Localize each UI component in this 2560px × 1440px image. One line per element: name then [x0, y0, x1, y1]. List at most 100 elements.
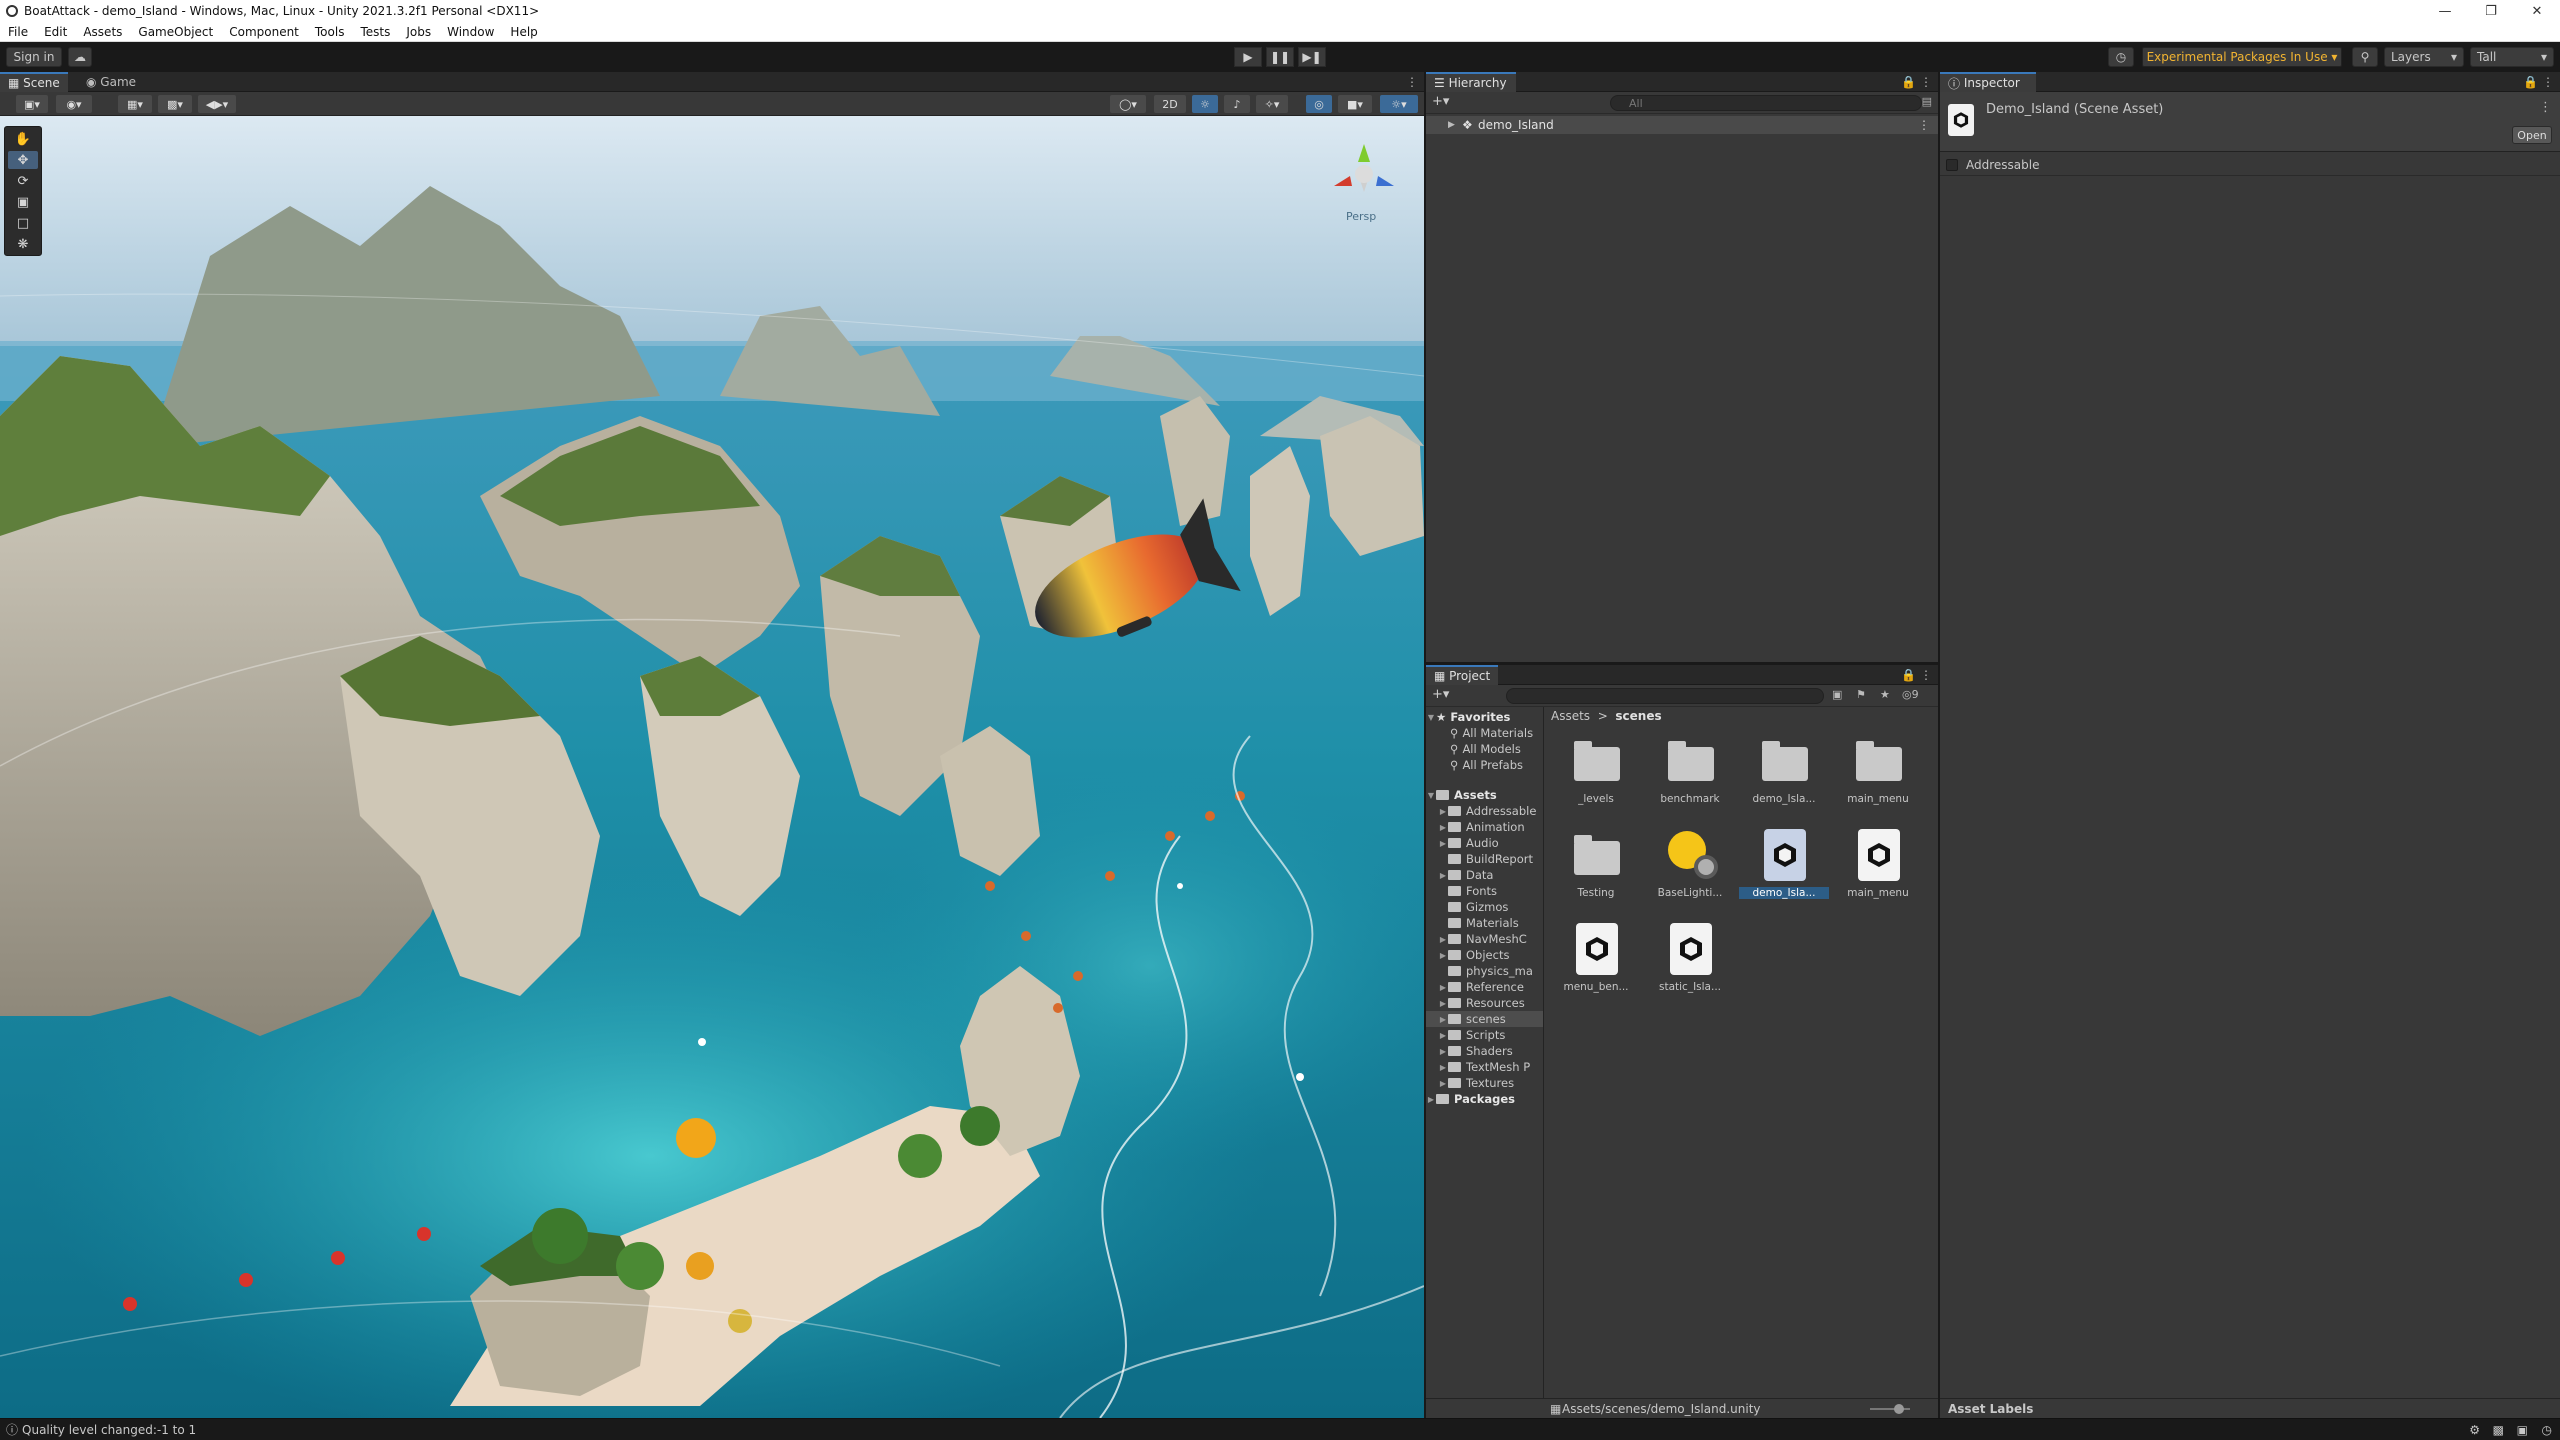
- folder-audio[interactable]: ▶ Audio: [1426, 835, 1543, 851]
- rect-tool-icon[interactable]: □: [8, 214, 38, 232]
- folder-scripts[interactable]: ▶ Scripts: [1426, 1027, 1543, 1043]
- scene-menu-icon[interactable]: ⋮: [1406, 75, 1418, 89]
- network-icon[interactable]: ▩: [2493, 1423, 2504, 1437]
- render-mode-button[interactable]: ◉▾: [56, 95, 92, 113]
- project-menu-icon[interactable]: ⋮: [1920, 668, 1932, 682]
- asset-item[interactable]: menu_ben...: [1551, 919, 1641, 1009]
- breadcrumb-assets[interactable]: Assets: [1551, 709, 1590, 723]
- assets-header[interactable]: ▼ Assets: [1426, 787, 1543, 803]
- inspector-header-menu-icon[interactable]: ⋮: [2539, 100, 2552, 115]
- menu-tests[interactable]: Tests: [352, 25, 398, 39]
- asset-item[interactable]: _levels: [1551, 731, 1641, 821]
- favorites-header[interactable]: ▼ ★ Favorites: [1426, 709, 1543, 725]
- folder-navmesh[interactable]: ▶ NavMeshC: [1426, 931, 1543, 947]
- menu-file[interactable]: File: [0, 25, 36, 39]
- asset-item[interactable]: Testing: [1551, 825, 1641, 915]
- move-tool-icon[interactable]: ✥: [8, 151, 38, 169]
- favorite-star-icon[interactable]: ★: [1880, 688, 1890, 701]
- asset-item[interactable]: main_menu: [1833, 731, 1923, 821]
- folder-shaders[interactable]: ▶ Shaders: [1426, 1043, 1543, 1059]
- add-object-button[interactable]: +▾: [1432, 94, 1449, 109]
- scene-visibility-icon[interactable]: ▤: [1922, 95, 1932, 108]
- rotate-tool-icon[interactable]: ⟳: [8, 172, 38, 190]
- gizmos-icon[interactable]: ☼▾: [1380, 95, 1418, 113]
- search-icon[interactable]: ⚲: [2352, 47, 2378, 67]
- asset-item[interactable]: benchmark: [1645, 731, 1735, 821]
- snap-increment-button[interactable]: ▩▾: [158, 95, 192, 113]
- restore-button[interactable]: ❐: [2468, 0, 2514, 22]
- expand-arrow-icon[interactable]: ▶: [1448, 120, 1455, 130]
- effects-icon[interactable]: ✧▾: [1256, 95, 1288, 113]
- row-menu-icon[interactable]: ⋮: [1918, 118, 1930, 132]
- packages-header[interactable]: ▶ Packages: [1426, 1091, 1543, 1107]
- layout-dropdown[interactable]: Tall ▾: [2470, 47, 2554, 67]
- icon-size-slider[interactable]: [1870, 1408, 1910, 1410]
- folder-textmesh[interactable]: ▶ TextMesh P: [1426, 1059, 1543, 1075]
- asset-item[interactable]: static_Isla...: [1645, 919, 1735, 1009]
- menu-edit[interactable]: Edit: [36, 25, 75, 39]
- folder-gizmos[interactable]: Gizmos: [1426, 899, 1543, 915]
- folder-fonts[interactable]: Fonts: [1426, 883, 1543, 899]
- folder-animation[interactable]: ▶ Animation: [1426, 819, 1543, 835]
- hand-tool-icon[interactable]: ✋: [8, 130, 38, 148]
- lock-icon[interactable]: 🔒: [1901, 75, 1916, 89]
- hierarchy-menu-icon[interactable]: ⋮: [1920, 75, 1932, 89]
- mode-2d-toggle[interactable]: 2D: [1154, 95, 1186, 113]
- folder-data[interactable]: ▶ Data: [1426, 867, 1543, 883]
- project-lock-icon[interactable]: 🔒: [1901, 668, 1916, 682]
- asset-item[interactable]: demo_Isla...: [1739, 731, 1829, 821]
- menu-window[interactable]: Window: [439, 25, 502, 39]
- folder-resources[interactable]: ▶ Resources: [1426, 995, 1543, 1011]
- experimental-packages-dropdown[interactable]: Experimental Packages In Use ▾: [2142, 47, 2342, 67]
- asset-labels-bar[interactable]: Asset Labels: [1940, 1398, 2560, 1418]
- menu-component[interactable]: Component: [221, 25, 307, 39]
- folder-materials[interactable]: Materials: [1426, 915, 1543, 931]
- search-by-type-icon[interactable]: ▣: [1832, 688, 1842, 701]
- scale-tool-icon[interactable]: ▣: [8, 193, 38, 211]
- folder-textures[interactable]: ▶ Textures: [1426, 1075, 1543, 1091]
- project-search-input[interactable]: [1506, 688, 1824, 704]
- pause-button[interactable]: ❚❚: [1266, 47, 1294, 67]
- draw-mode-button[interactable]: ▣▾: [16, 95, 48, 113]
- menu-tools[interactable]: Tools: [307, 25, 353, 39]
- visibility-icon[interactable]: ◎: [1306, 95, 1332, 113]
- step-button[interactable]: ▶❚: [1298, 47, 1326, 67]
- favorite-all-prefabs[interactable]: ⚲ All Prefabs: [1426, 757, 1543, 773]
- hierarchy-row-demo-island[interactable]: ▶ ❖ demo_Island ⋮: [1426, 116, 1938, 134]
- menu-gameobject[interactable]: GameObject: [130, 25, 221, 39]
- tab-hierarchy[interactable]: ☰ Hierarchy: [1426, 72, 1516, 92]
- addressable-checkbox[interactable]: [1946, 158, 1958, 171]
- open-button[interactable]: Open: [2512, 126, 2552, 144]
- menu-help[interactable]: Help: [502, 25, 545, 39]
- folder-reference[interactable]: ▶ Reference: [1426, 979, 1543, 995]
- folder-objects[interactable]: ▶ Objects: [1426, 947, 1543, 963]
- minimize-button[interactable]: —: [2422, 0, 2468, 22]
- menu-jobs[interactable]: Jobs: [398, 25, 439, 39]
- search-by-label-icon[interactable]: ⚑: [1856, 688, 1866, 701]
- camera-icon[interactable]: ■▾: [1338, 95, 1372, 113]
- view-options-button[interactable]: ◀▶▾: [198, 95, 236, 113]
- scene-viewport[interactable]: ✋ ✥ ⟳ ▣ □ ❋ Persp: [0, 116, 1424, 1418]
- tab-game[interactable]: ◉ Game: [78, 72, 144, 92]
- favorite-all-models[interactable]: ⚲ All Models: [1426, 741, 1543, 757]
- folder-addressable[interactable]: ▶ Addressable: [1426, 803, 1543, 819]
- history-icon[interactable]: ◷: [2108, 47, 2134, 67]
- asset-item-selected[interactable]: demo_Isla...: [1739, 825, 1829, 915]
- persp-label[interactable]: Persp: [1346, 210, 1376, 223]
- grid-snap-button[interactable]: ▦▾: [118, 95, 152, 113]
- tab-scene[interactable]: ▦ Scene: [0, 72, 68, 92]
- audio-icon[interactable]: ♪: [1224, 95, 1250, 113]
- play-button[interactable]: ▶: [1234, 47, 1262, 67]
- orientation-gizmo[interactable]: Persp: [1324, 134, 1404, 234]
- asset-item[interactable]: BaseLighti...: [1645, 825, 1735, 915]
- transform-tool-icon[interactable]: ❋: [8, 235, 38, 253]
- folder-scenes[interactable]: ▶ scenes: [1426, 1011, 1543, 1027]
- status-message[interactable]: Quality level changed:-1 to 1: [22, 1423, 196, 1437]
- layers-dropdown[interactable]: Layers ▾: [2384, 47, 2464, 67]
- lighting-icon[interactable]: ☼: [1192, 95, 1218, 113]
- cloud-icon[interactable]: ☁: [68, 47, 92, 67]
- create-asset-button[interactable]: +▾: [1432, 687, 1449, 702]
- cache-icon[interactable]: ▣: [2517, 1423, 2528, 1437]
- hierarchy-search-input[interactable]: All: [1610, 95, 1922, 111]
- menu-assets[interactable]: Assets: [75, 25, 130, 39]
